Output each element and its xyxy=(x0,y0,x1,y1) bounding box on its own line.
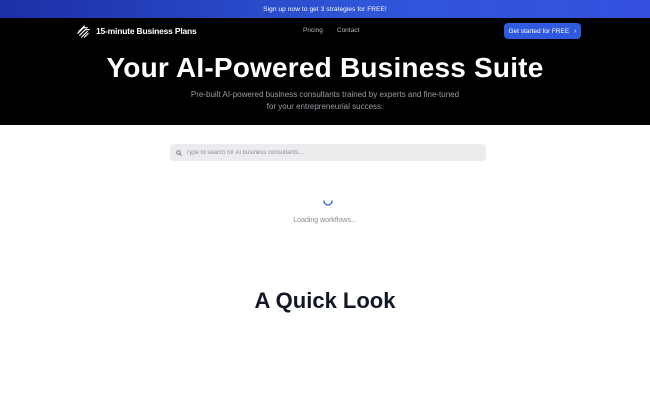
hero-title: Your AI-Powered Business Suite xyxy=(106,52,544,83)
promo-banner[interactable]: Sign up now to get 3 strategies for FREE… xyxy=(0,0,650,18)
section-title: A Quick Look xyxy=(254,288,396,313)
nav-pricing-link[interactable]: Pricing xyxy=(303,27,323,34)
chevron-right-icon: › xyxy=(574,27,577,35)
search-bar[interactable] xyxy=(170,144,486,161)
search-icon xyxy=(176,149,182,156)
logo-icon xyxy=(77,24,90,38)
logo-text: 15-minute Business Plans xyxy=(96,26,197,36)
promo-text: Sign up now to get 3 strategies for FREE… xyxy=(263,5,387,13)
hero-section: 15-minute Business Plans Pricing Contact… xyxy=(0,18,650,125)
get-started-button[interactable]: Get started for FREE › xyxy=(504,23,581,39)
spinner-icon xyxy=(323,200,333,206)
logo[interactable]: 15-minute Business Plans xyxy=(76,23,197,39)
hero-subtitle: Pre-built AI-powered business consultant… xyxy=(190,90,460,111)
get-started-label: Get started for FREE xyxy=(508,27,570,35)
search-input[interactable] xyxy=(186,149,476,156)
loading-text: Loading workflows... xyxy=(293,217,357,224)
main-nav: Pricing Contact xyxy=(303,27,359,34)
nav-contact-link[interactable]: Contact xyxy=(337,27,359,34)
